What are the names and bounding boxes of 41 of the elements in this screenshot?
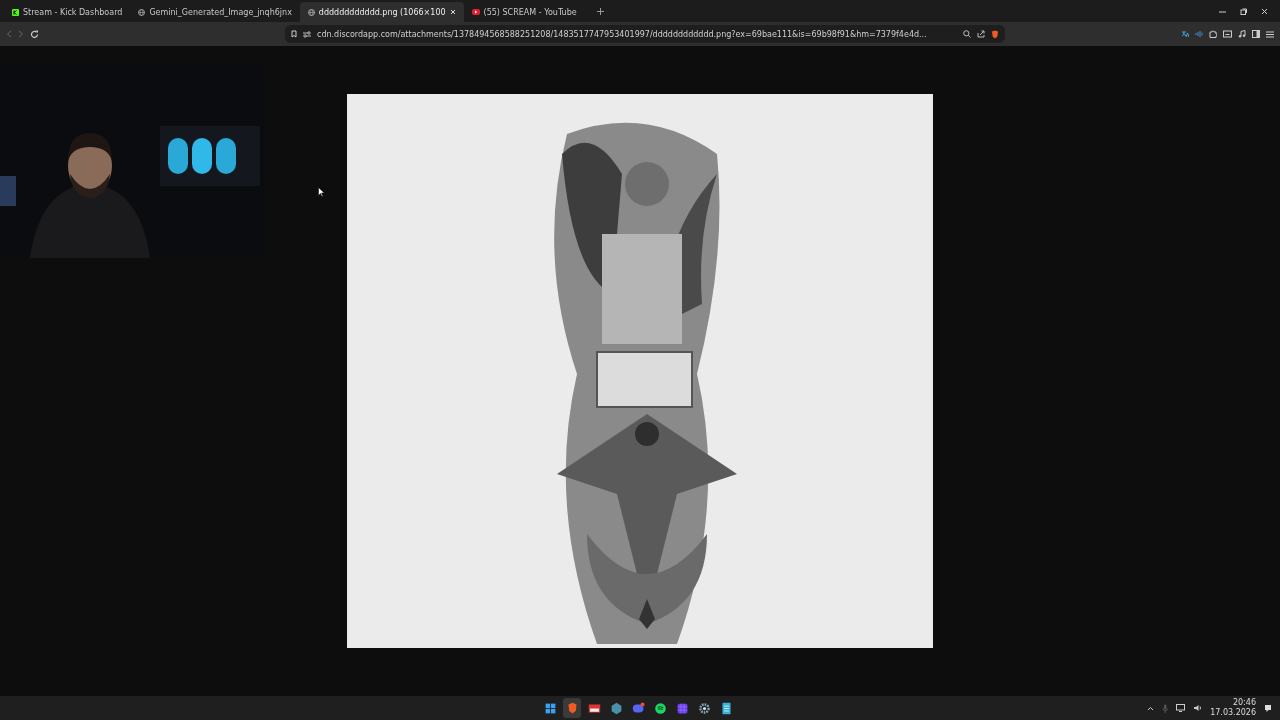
- notification-icon[interactable]: [1264, 703, 1272, 713]
- lion-shield-icon[interactable]: [991, 29, 999, 39]
- browser-tab[interactable]: dddddddddddd.png (1066×100: [299, 2, 464, 22]
- speaker-icon[interactable]: [1193, 704, 1203, 712]
- restore-icon[interactable]: [1240, 7, 1247, 15]
- globe-icon: [138, 8, 146, 16]
- grid-icon: [676, 702, 688, 714]
- disc-icon: [654, 702, 666, 714]
- window-icon: [588, 703, 600, 713]
- close-icon[interactable]: [449, 9, 456, 15]
- browser-tab[interactable]: Gemini_Generated_Image_jnqh6jnx: [130, 2, 300, 22]
- sidebar-icon[interactable]: [1252, 30, 1260, 38]
- chat-bubble-icon: [632, 701, 645, 713]
- bookmark-icon[interactable]: [291, 30, 297, 38]
- music-note-icon[interactable]: [1238, 30, 1246, 38]
- browser-tab[interactable]: (55) SCREAM - YouTube: [463, 2, 585, 22]
- url-text: cdn.discordapp.com/attachments/1378494568588251208/1483517747953401997/dddddddddddd.png?ex=69bae111&is=69b98f91&hm=7379f4e4d...: [317, 29, 928, 39]
- reload-icon[interactable]: [30, 29, 39, 39]
- monitor-icon[interactable]: [1176, 704, 1186, 712]
- globe-icon: [307, 8, 315, 16]
- hexagon-icon: [611, 702, 621, 714]
- address-bar[interactable]: cdn.discordapp.com/attachments/1378494568588251208/1483517747953401997/dddddddddddd.png?ex=69bae111&is=69b98f91&hm=7379f4e4d...: [285, 25, 1005, 43]
- kick-logo-icon: [12, 8, 19, 16]
- site-settings-icon[interactable]: [303, 30, 311, 38]
- menu-icon[interactable]: [1266, 30, 1274, 38]
- share-icon[interactable]: [977, 30, 985, 38]
- clock-time[interactable]: 20:46: [1232, 698, 1256, 708]
- browser-tab[interactable]: Stream - Kick Dashboard: [4, 2, 131, 22]
- wallet-icon[interactable]: [1223, 30, 1232, 38]
- chevron-up-icon[interactable]: [1147, 705, 1155, 711]
- notepad-icon: [721, 702, 731, 714]
- youtube-icon: [471, 9, 480, 15]
- clock-date[interactable]: 17.03.2026: [1210, 708, 1256, 718]
- translate-icon[interactable]: [1181, 30, 1189, 38]
- zoom-icon[interactable]: [963, 30, 971, 38]
- windows-icon: [545, 703, 555, 713]
- cursor-icon: [318, 187, 325, 197]
- close-icon[interactable]: [1261, 7, 1268, 15]
- new-tab-icon[interactable]: [596, 7, 604, 15]
- shield-icon: [567, 702, 577, 713]
- gear-icon: [698, 702, 710, 714]
